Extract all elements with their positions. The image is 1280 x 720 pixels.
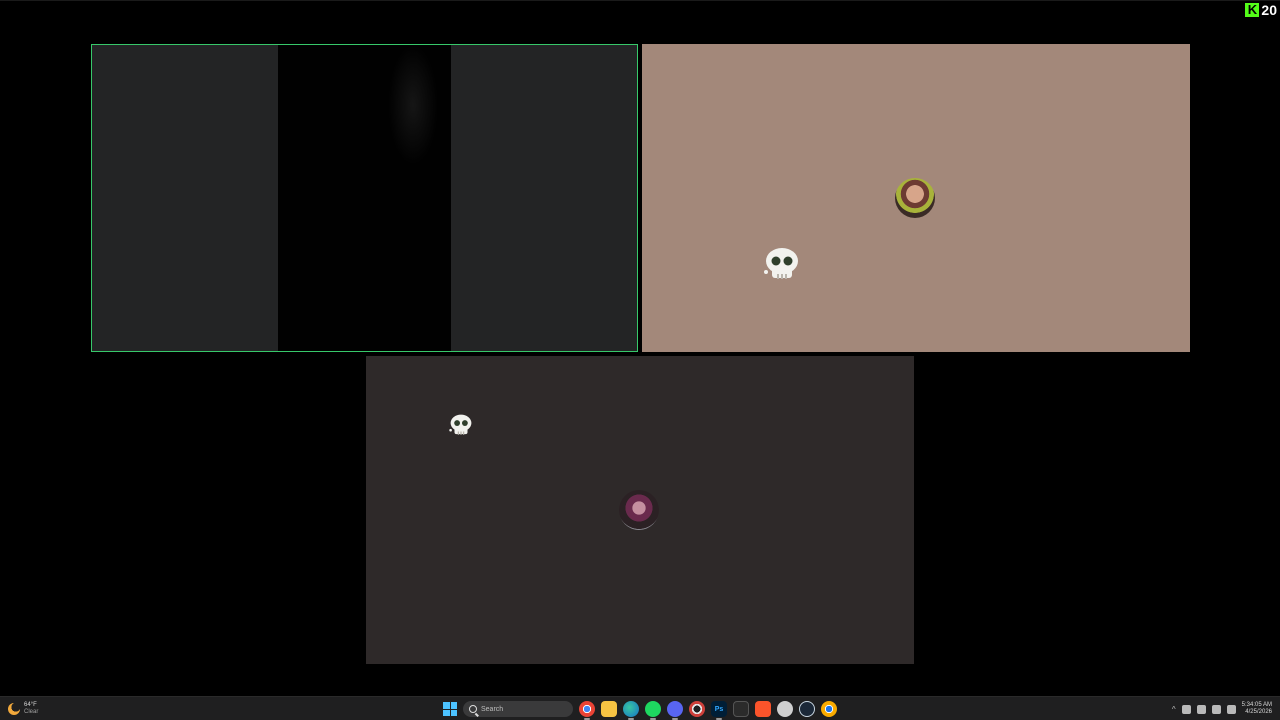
- skull-icon: [764, 248, 798, 279]
- volume-icon[interactable]: [1226, 704, 1236, 714]
- windows-start-icon[interactable]: [443, 702, 457, 716]
- participant-tile[interactable]: [642, 44, 1190, 352]
- discord-icon[interactable]: [667, 701, 683, 720]
- top-divider: [0, 0, 1280, 1]
- chrome-canary-icon[interactable]: [821, 701, 837, 717]
- microphone-icon[interactable]: [1196, 704, 1206, 714]
- shared-screen: [278, 45, 451, 351]
- participant-tile[interactable]: [366, 356, 914, 664]
- steam-icon[interactable]: [799, 701, 815, 717]
- taskbar: 64°F Clear Search Ps ^ 5:34:05 AM 4/25/2…: [0, 696, 1280, 720]
- weather-temp: 64°F: [24, 702, 37, 708]
- brave-icon[interactable]: [755, 701, 771, 717]
- photoshop-icon[interactable]: Ps: [711, 701, 727, 720]
- system-tray: ^ 5:34:05 AM 4/25/2026: [1172, 699, 1272, 719]
- kick-logo-icon: K: [1245, 3, 1260, 17]
- taskbar-search[interactable]: Search: [463, 701, 573, 717]
- score-count: 20: [1261, 2, 1277, 18]
- app-icon[interactable]: [689, 701, 705, 717]
- network-icon[interactable]: [1211, 704, 1221, 714]
- search-placeholder: Search: [481, 705, 504, 713]
- chevron-up-icon[interactable]: ^: [1172, 705, 1176, 714]
- clock[interactable]: 5:34:05 AM 4/25/2026: [1242, 702, 1272, 716]
- circle-app-icon[interactable]: [777, 701, 793, 717]
- video-call-stage: K 20: [0, 0, 1280, 696]
- screen-share-tile[interactable]: [91, 44, 638, 352]
- spotify-icon[interactable]: [645, 701, 661, 720]
- stream-score-badge: K 20: [1242, 0, 1280, 20]
- moon-icon: [8, 703, 20, 715]
- terminal-icon[interactable]: [733, 701, 749, 717]
- skull-icon: [449, 414, 472, 435]
- chrome-icon[interactable]: [579, 701, 595, 720]
- weather-condition: Clear: [24, 709, 39, 715]
- edge-icon[interactable]: [623, 701, 639, 720]
- search-icon: [469, 705, 477, 713]
- clock-time: 5:34:05 AM: [1241, 702, 1272, 708]
- file-explorer-icon[interactable]: [601, 701, 617, 717]
- clock-date: 4/25/2026: [1245, 709, 1272, 715]
- cloud-icon[interactable]: [1181, 704, 1191, 714]
- smoke-graphic: [388, 45, 438, 165]
- participant-avatar: [895, 178, 935, 218]
- taskbar-apps: Search Ps: [443, 699, 837, 720]
- weather-widget[interactable]: 64°F Clear: [8, 699, 38, 719]
- participant-avatar: [619, 490, 659, 530]
